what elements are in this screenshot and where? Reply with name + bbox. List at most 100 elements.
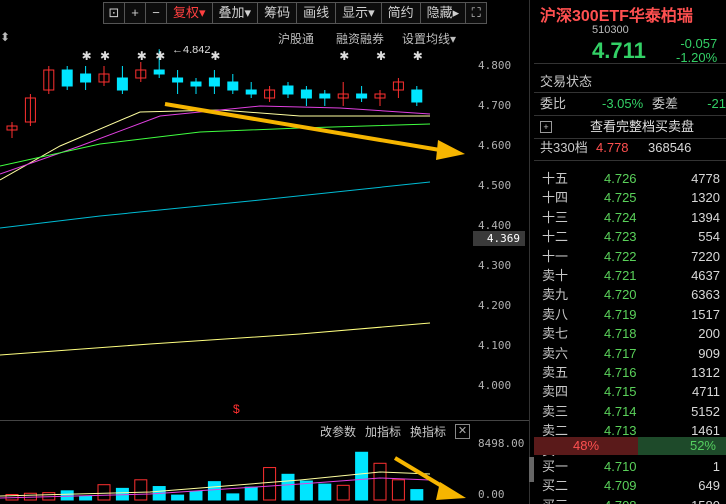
ma-line-5 (0, 109, 430, 181)
trend-arrow-line (164, 102, 441, 152)
switch-indicator-button[interactable]: 换指标 (410, 423, 446, 440)
ma-line-60 (0, 181, 431, 229)
change-value: -0.057 (680, 36, 718, 51)
order-ratio-row: 委比 -3.05% 委差 -21 (540, 94, 726, 114)
toolbar-button-3[interactable]: 画线 (296, 2, 337, 24)
toolbar-button-6[interactable]: 隐藏▸ (419, 2, 467, 24)
candle-body (356, 93, 368, 99)
candle-body (319, 93, 331, 99)
volume-bar (410, 489, 424, 501)
plus-box-icon: + (540, 121, 552, 133)
ratio-right: 52% (638, 437, 726, 455)
chart-subbar: ⬍ 沪股通 融资融券 设置均线▾ (0, 30, 470, 46)
volume-bar (244, 486, 258, 501)
candle-body (116, 77, 128, 91)
bids-volume: 1580 (640, 494, 720, 504)
lock-icon[interactable]: ⊡ (103, 2, 125, 24)
price-axis-tick: 4.700 (478, 99, 512, 112)
close-icon[interactable]: ✕ (455, 424, 470, 439)
candle-body (61, 69, 73, 87)
volume-bar (79, 495, 93, 501)
order-ratio-value: -3.05% (602, 96, 644, 111)
volume-bar (391, 479, 405, 501)
kline-chart-area[interactable]: ⊡ + − 复权▾ 叠加▾ 筹码 画线 显示▾ 简约 隐藏▸ ⛶ ⬍ 沪股通 融资融券 设置均线▾ … (0, 0, 529, 504)
fullscreen-icon[interactable]: ⛶ (465, 2, 488, 24)
volume-bar (336, 484, 350, 501)
trend-arrow-head (436, 140, 465, 160)
margin-trading-link[interactable]: 融资融券 (336, 30, 384, 47)
full-book-button[interactable]: + 查看完整档买卖盘 (534, 117, 726, 137)
candle-body (153, 69, 165, 75)
volume-bar (318, 483, 332, 501)
toolbar-button-1[interactable]: 叠加▾ (211, 2, 259, 24)
ma-line-120 (0, 322, 431, 356)
order-ratio-label: 委比 (540, 96, 567, 111)
toolbar-button-2[interactable]: 筹码 (257, 2, 298, 24)
ma-line-20 (0, 123, 431, 167)
security-title: 沪深300ETF华泰柏瑞 (540, 8, 693, 25)
total-price: 4.778 (596, 140, 629, 155)
dividend-marker[interactable]: $ (233, 402, 240, 416)
volume-arrow-head (436, 482, 466, 500)
toolbar-button-0[interactable]: 复权▾ (166, 2, 213, 24)
buy-sell-ratio: 48% 52% (534, 437, 726, 455)
down-arrow-marker: ⬍ (0, 30, 11, 44)
star-marker: ✱ (339, 49, 349, 63)
volume-bar (97, 484, 111, 501)
minus-icon[interactable]: − (145, 2, 167, 24)
divider (534, 92, 726, 93)
ma-settings-link[interactable]: 设置均线▾ (402, 30, 456, 47)
add-indicator-button[interactable]: 加指标 (365, 423, 401, 440)
bids-price: 4.708 (604, 494, 637, 504)
volume-bar (355, 451, 369, 501)
volume-axis-top: 8498.00 (478, 437, 525, 450)
change-percent: -1.20% (676, 50, 718, 65)
volume-bar (281, 473, 295, 501)
volume-bar (373, 462, 387, 501)
volume-bar (171, 494, 185, 501)
candle-body (411, 89, 423, 103)
star-marker: ✱ (82, 49, 92, 63)
toolbar-button-4[interactable]: 显示▾ (335, 2, 382, 24)
star-marker: ✱ (413, 49, 423, 63)
order-diff-label: 委差 (652, 96, 679, 111)
last-price: 4.711 (592, 38, 646, 63)
price-axis-tick: 4.300 (478, 259, 512, 272)
price-axis-tick: 4.200 (478, 299, 512, 312)
price-axis-tick: 4.600 (478, 139, 512, 152)
plus-icon[interactable]: + (124, 2, 146, 24)
chart-toolbar: ⊡ + − 复权▾ 叠加▾ 筹码 画线 显示▾ 简约 隐藏▸ ⛶ (103, 2, 488, 24)
star-marker: ✱ (100, 49, 110, 63)
full-book-label: 查看完整档买卖盘 (590, 119, 695, 134)
price-axis-tick: 4.100 (478, 339, 512, 352)
divider (534, 115, 726, 116)
total-levels-label: 共330档 (540, 140, 588, 155)
app-window: ⊡ + − 复权▾ 叠加▾ 筹码 画线 显示▾ 简约 隐藏▸ ⛶ ⬍ 沪股通 融资融券 设置均线▾ … (0, 0, 726, 504)
candle-body (227, 81, 239, 91)
volume-bar (134, 479, 148, 501)
change-params-button[interactable]: 改参数 (320, 423, 356, 440)
total-levels-row: 共330档 4.778 368546 (540, 138, 726, 158)
panel-separator (529, 0, 530, 504)
volume-bar (207, 481, 221, 501)
candle-body (190, 81, 202, 87)
volume-axis-bottom: 0.00 (478, 488, 505, 501)
volume-toolbar: 改参数 加指标 换指标 ✕ (0, 421, 470, 441)
candle-body (208, 77, 220, 87)
ratio-left: 48% (534, 437, 638, 455)
price-axis-tick: 4.500 (478, 179, 512, 192)
price-axis-tick: 4.000 (478, 379, 512, 392)
hk-connect-link[interactable]: 沪股通 (278, 30, 314, 47)
volume-bar (263, 467, 277, 501)
volume-bar (226, 493, 240, 501)
divider (534, 160, 726, 161)
star-marker: ✱ (376, 49, 386, 63)
high-price-label: ←4.842 (172, 46, 211, 56)
current-price-tag: 4.369 (473, 231, 525, 246)
candle-body (282, 85, 294, 95)
trade-status-label: 交易状态 (540, 74, 593, 89)
security-code: 510300 (592, 24, 629, 36)
toolbar-button-5[interactable]: 简约 (380, 2, 421, 24)
volume-chart[interactable] (0, 444, 470, 504)
bids-row[interactable]: 买三 4.7081580 (534, 494, 720, 504)
